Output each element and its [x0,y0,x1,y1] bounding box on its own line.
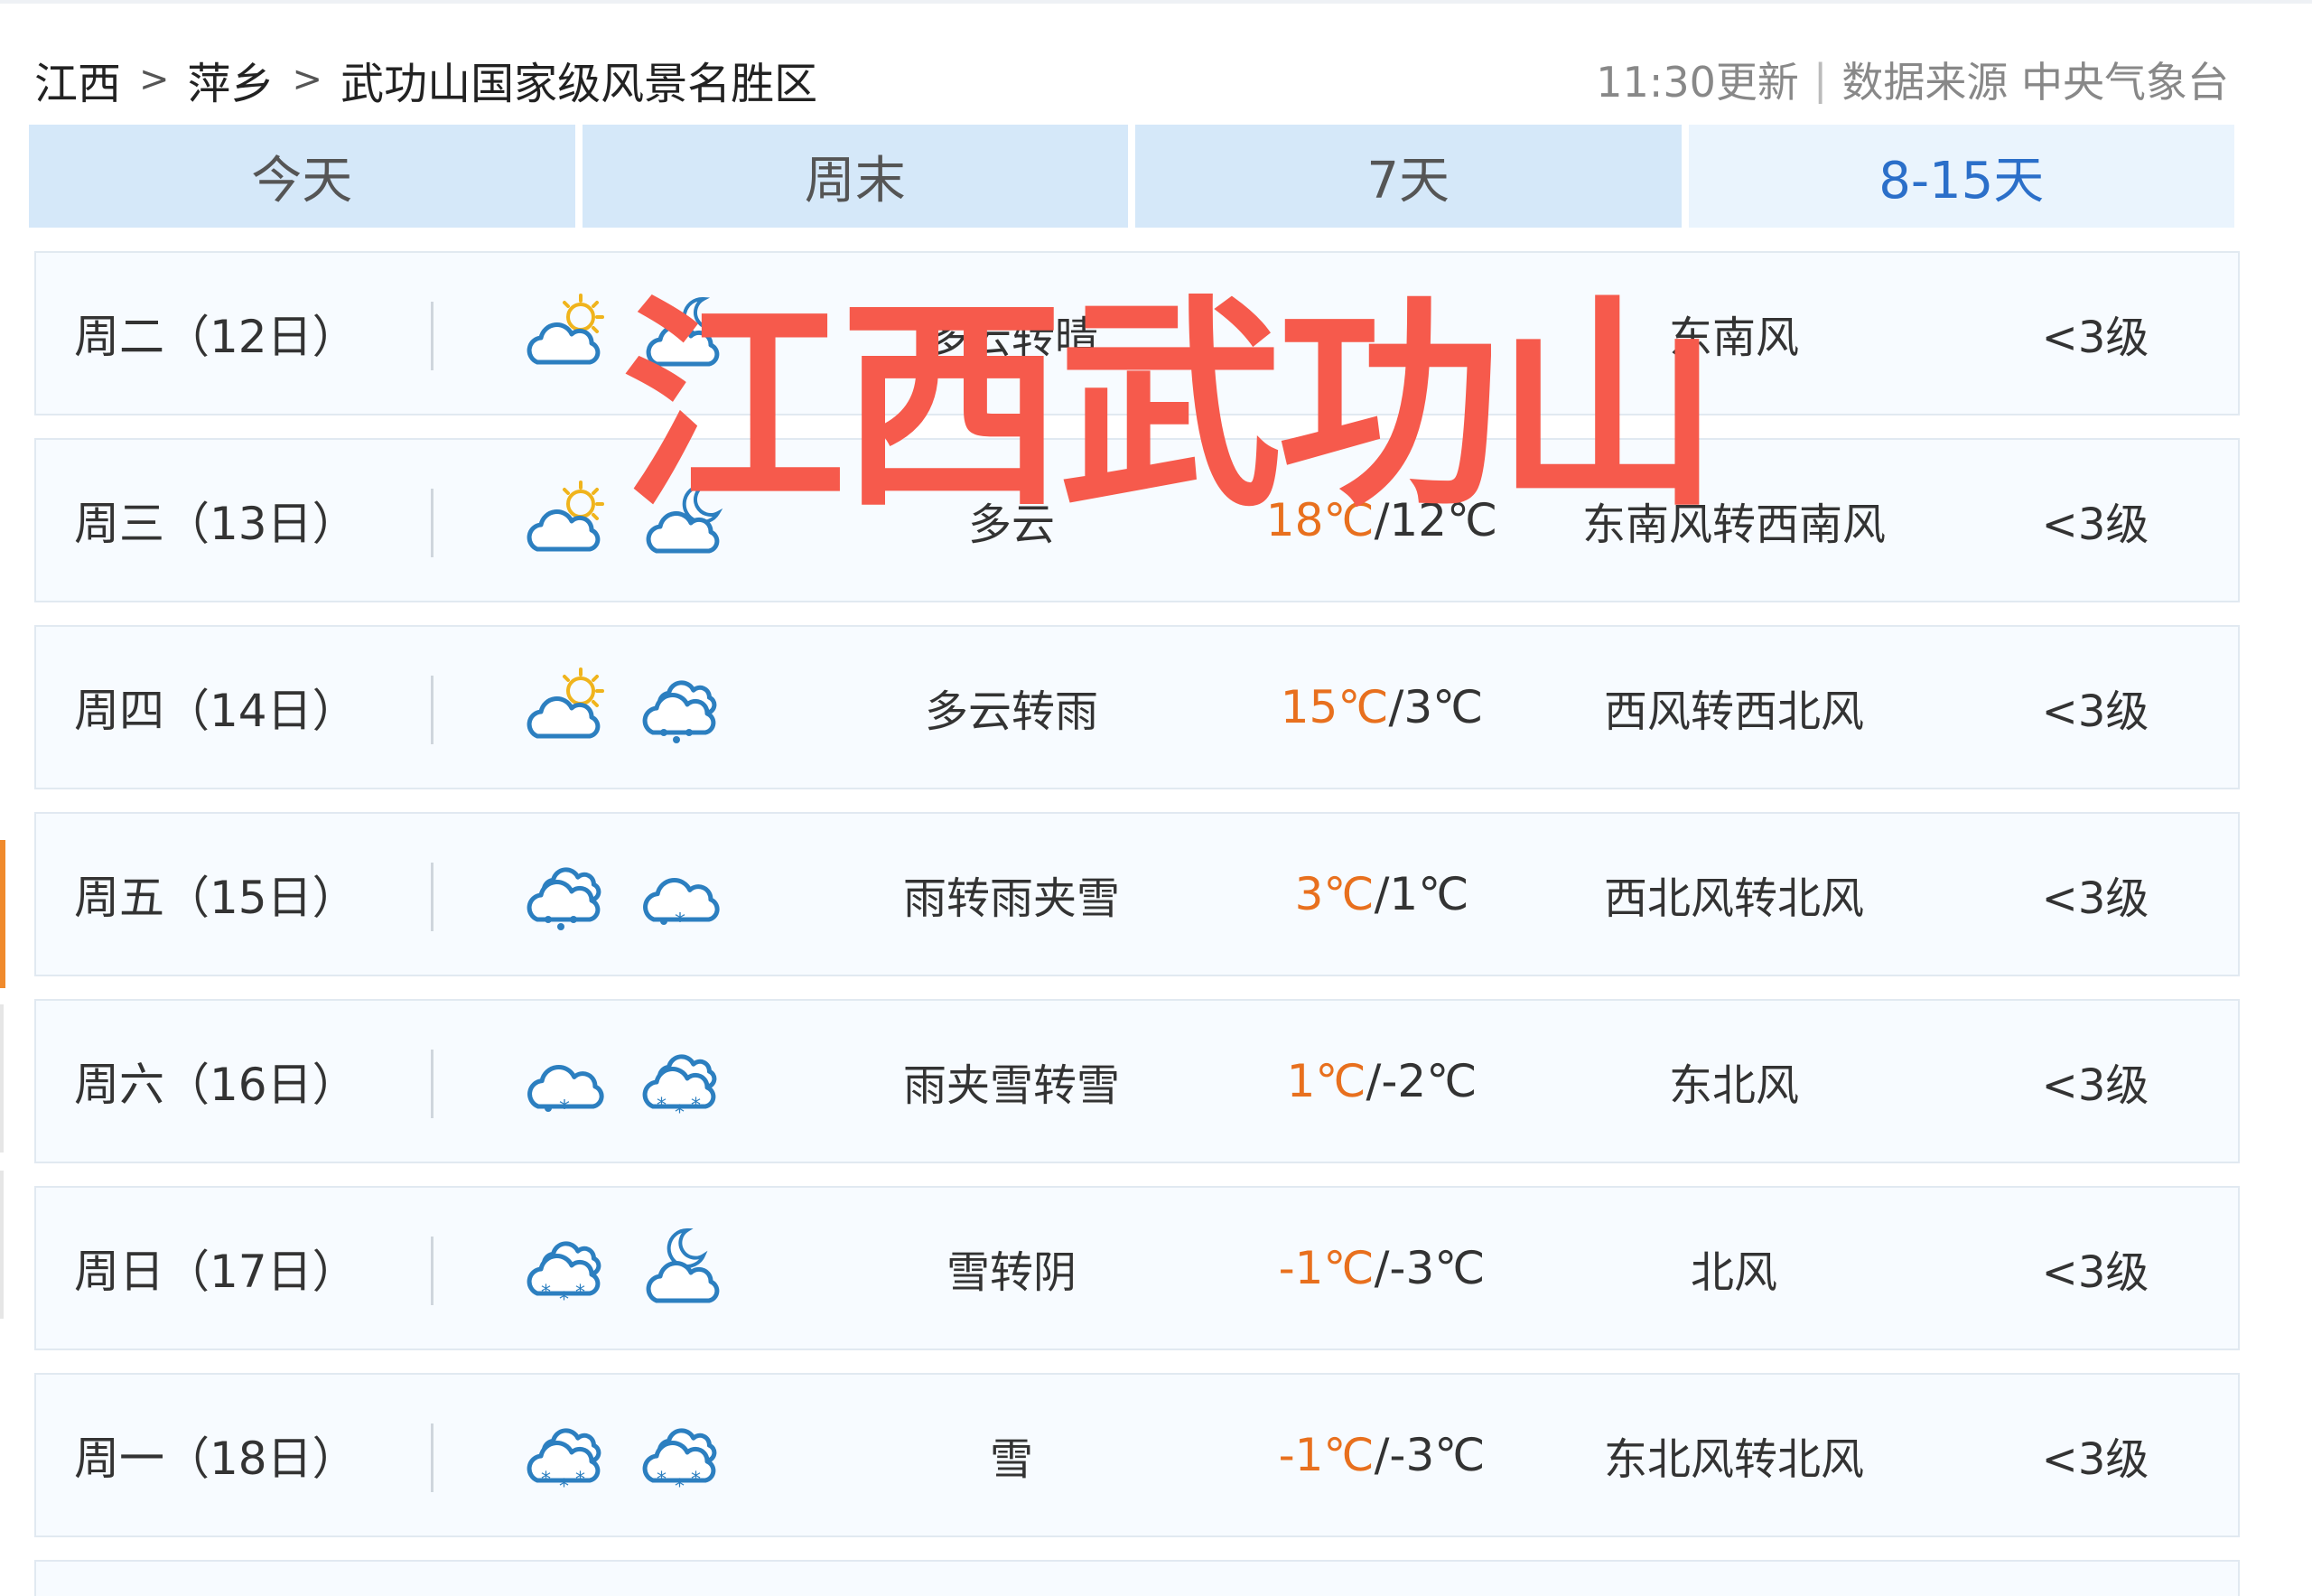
svg-text:*: * [559,1096,570,1121]
side-tab[interactable] [0,1004,4,1153]
rain-icon [515,814,614,975]
temperature-low: /-3℃ [1374,1242,1486,1294]
snow-icon: * * * [515,1188,614,1349]
snow-icon: * * * [630,1375,730,1535]
wind-level: <3级 [2041,686,2149,737]
temperature-low: /-2℃ [1366,1055,1478,1107]
breadcrumb-province[interactable]: 江西 [34,48,121,111]
forecast-row [34,1560,2240,1596]
svg-text:*: * [541,1469,551,1491]
meta-divider: | [1813,55,1828,104]
svg-text:*: * [575,1282,585,1304]
tab-8-15-days[interactable]: 8-15天 [1688,125,2234,228]
weather-description: 雪转阴 [946,1247,1077,1298]
weather-description: 雪 [989,1434,1033,1485]
breadcrumb-area: 武功山国家级风景名胜区 [340,59,818,109]
forecast-date: 周五（15日） [74,872,358,924]
breadcrumb-separator: > [139,59,170,100]
temperature-low: /3℃ [1388,681,1484,733]
row-divider [431,1050,434,1118]
temperature-low: /1℃ [1374,868,1469,920]
rain-icon [630,627,730,788]
partly-cloudy-day-icon [515,253,614,414]
sleet-icon: * [515,1001,614,1162]
row-divider [431,489,434,557]
wind-direction: 东北风转北风 [1603,1434,1864,1485]
wind-direction: 东北风 [1668,1060,1799,1111]
partly-cloudy-day-icon [515,440,614,601]
wind-level: <3级 [2041,1247,2149,1298]
svg-text:*: * [675,1476,685,1498]
wind-direction: 西风转西北风 [1603,686,1864,737]
weather-description: 雨夹雪转雪 [902,1060,1120,1111]
wind-direction: 北风 [1690,1247,1777,1298]
temperature-high: 1℃ [1286,1055,1366,1107]
row-divider [431,1237,434,1305]
overlay-title: 江西武功山 [621,276,1720,537]
breadcrumb-city[interactable]: 萍乡 [188,48,275,111]
weather-description: 多云转雨 [924,686,1098,737]
svg-text:*: * [675,909,685,934]
data-source: 数据来源 中央气象台 [1841,58,2229,107]
forecast-date: 周四（14日） [74,685,358,737]
forecast-row: 周日（17日） * * * 雪转阴 -1℃/-3℃ 北风 <3级 [34,1186,2240,1350]
update-info: 11:30更新 | 数据来源 中央气象台 [1596,52,2229,107]
snow-icon: * * * [630,1001,730,1162]
svg-text:*: * [559,1476,569,1498]
update-time: 11:30更新 [1596,58,1799,107]
cloudy-night-icon [630,1188,730,1349]
svg-text:*: * [541,1282,551,1304]
partly-cloudy-day-icon [515,627,614,788]
wind-level: <3级 [2041,313,2149,363]
forecast-row: 周一（18日） * * * * * * 雪 -1℃/-3℃ 东北风转北风 <3级 [34,1373,2240,1537]
top-border [0,0,2312,4]
wind-direction: 西北风转北风 [1603,873,1864,924]
wind-level: <3级 [2041,1434,2149,1485]
wind-level: <3级 [2041,499,2149,550]
svg-text:*: * [575,1469,585,1491]
row-divider [431,676,434,744]
side-feedback-tab[interactable] [0,840,5,988]
svg-text:*: * [657,1095,667,1117]
forecast-row: 周四（14日） 多云转雨 15℃/3℃ 西风转西北风 <3级 [34,625,2240,789]
svg-text:*: * [657,1469,667,1491]
row-divider [431,1423,434,1492]
breadcrumb: 江西 > 萍乡 > 武功山国家级风景名胜区 [34,52,817,109]
temperature-high: -1℃ [1278,1429,1375,1481]
forecast-date: 周二（12日） [74,311,358,363]
forecast-date: 周六（16日） [74,1059,358,1111]
wind-level: <3级 [2041,1060,2149,1111]
row-divider [431,863,434,931]
tab-7-days[interactable]: 7天 [1135,125,1682,228]
forecast-tabs: 今天 周末 7天 8-15天 [29,125,2234,228]
temperature-low: /-3℃ [1374,1429,1486,1481]
breadcrumb-separator: > [292,59,323,100]
svg-text:*: * [559,1289,569,1311]
svg-text:*: * [691,1095,701,1117]
tab-today[interactable]: 今天 [29,125,575,228]
sleet-icon: * [630,814,730,975]
forecast-row: 周六（16日） * * * * 雨夹雪转雪 1℃/-2℃ 东北风 <3级 [34,999,2240,1163]
svg-text:*: * [675,1102,685,1125]
weather-description: 雨转雨夹雪 [902,873,1120,924]
svg-text:*: * [691,1469,701,1491]
temperature-high: 15℃ [1280,681,1389,733]
snow-icon: * * * [515,1375,614,1535]
forecast-row: 周五（15日） * 雨转雨夹雪 3℃/1℃ 西北风转北风 <3级 [34,812,2240,976]
temperature-high: -1℃ [1278,1242,1375,1294]
row-divider [431,302,434,370]
tab-weekend[interactable]: 周末 [582,125,1128,228]
temperature-high: 3℃ [1294,868,1375,920]
side-tab[interactable] [0,1171,4,1319]
forecast-date: 周三（13日） [74,498,358,550]
wind-level: <3级 [2041,873,2149,924]
forecast-date: 周日（17日） [74,1246,358,1298]
forecast-date: 周一（18日） [74,1433,358,1485]
